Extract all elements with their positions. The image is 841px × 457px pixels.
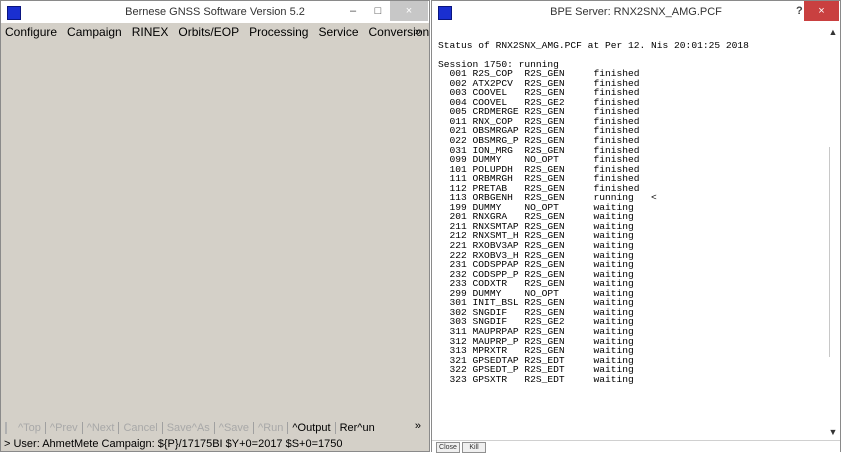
bpe-title-bar[interactable]: BPE Server: RNX2SNX_AMG.PCF ? × [432,1,840,23]
bpe-status-output: Status of RNX2SNX_AMG.PCF at Per 12. Nis… [438,31,826,439]
maximize-button[interactable]: □ [366,1,390,21]
top-button[interactable]: ^Top [14,422,46,434]
menu-conversion[interactable]: Conversion [364,25,435,39]
bpe-server-window: BPE Server: RNX2SNX_AMG.PCF ? × Status o… [431,0,841,453]
action-toolbar: ^Top ^Prev ^Next Cancel Save^As ^Save ^R… [1,420,429,436]
app-icon [7,6,21,20]
menu-configure[interactable]: Configure [1,25,62,39]
workspace-area [3,42,427,418]
close-button[interactable]: × [390,1,428,21]
cancel-button[interactable]: Cancel [119,422,163,434]
scroll-thumb[interactable] [829,147,838,357]
toolbar-overflow-icon[interactable]: » [415,420,421,432]
minimize-button[interactable]: – [340,1,366,21]
bpe-button-bar: Close Kill [432,440,840,453]
scroll-down-icon[interactable]: ▼ [826,425,840,439]
menu-service[interactable]: Service [313,25,363,39]
scroll-up-icon[interactable]: ▲ [826,25,840,39]
output-line: Status of RNX2SNX_AMG.PCF at Per 12. Nis… [438,39,749,51]
help-icon[interactable]: ? [796,1,803,21]
bernese-main-window: Bernese GNSS Software Version 5.2 – □ × … [0,0,430,452]
output-line: 323 GPSXTR R2S_EDT waiting [438,373,634,385]
menu-campaign[interactable]: Campaign [62,25,127,39]
rerun-button[interactable]: Rer^un [336,422,379,434]
save-button[interactable]: ^Save [215,422,255,434]
prev-button[interactable]: ^Prev [46,422,83,434]
menu-processing[interactable]: Processing [244,25,313,39]
next-button[interactable]: ^Next [83,422,120,434]
save-as-button[interactable]: Save^As [163,422,215,434]
close-window-button[interactable]: Close [436,442,460,453]
menu-overflow-icon[interactable]: » [415,23,421,41]
menu-orbits-eop[interactable]: Orbits/EOP [173,25,244,39]
app-icon [438,6,452,20]
toolbar-grip-icon[interactable] [5,422,11,434]
close-button[interactable]: × [804,1,839,21]
menu-rinex[interactable]: RINEX [127,25,174,39]
status-bar: > User: AhmetMete Campaign: ${P}/17175BI… [4,438,343,450]
kill-button[interactable]: Kill [462,442,486,453]
vertical-scrollbar[interactable]: ▲ ▼ [826,23,840,440]
run-button[interactable]: ^Run [254,422,289,434]
bernese-title-bar[interactable]: Bernese GNSS Software Version 5.2 – □ × [1,1,429,23]
window-title: BPE Server: RNX2SNX_AMG.PCF [550,6,722,18]
menu-bar: Configure Campaign RINEX Orbits/EOP Proc… [1,23,429,41]
output-button[interactable]: ^Output [288,422,336,434]
